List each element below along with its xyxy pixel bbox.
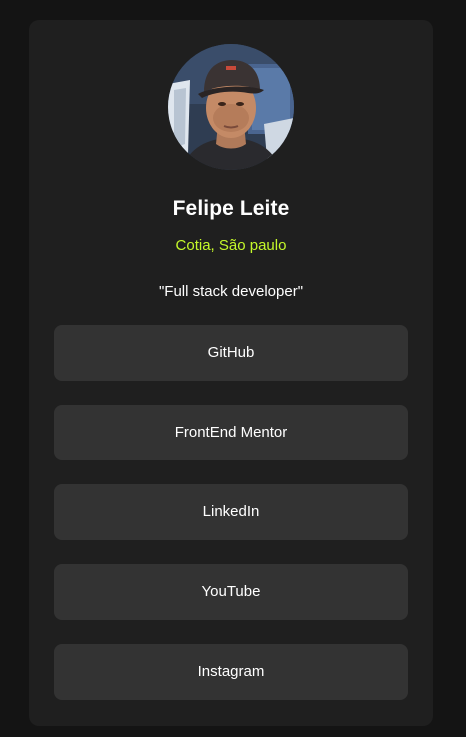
profile-name: Felipe Leite (172, 197, 290, 220)
profile-card: Felipe Leite Cotia, São paulo "Full stac… (29, 20, 433, 726)
github-link-button[interactable]: GitHub (54, 325, 408, 381)
youtube-link-button[interactable]: YouTube (54, 564, 408, 620)
list-item: YouTube (54, 564, 408, 620)
list-item: GitHub (54, 325, 408, 381)
social-links-list: GitHub FrontEnd Mentor LinkedIn YouTube … (54, 325, 408, 724)
profile-location: Cotia, São paulo (175, 237, 287, 254)
avatar-photo (168, 44, 294, 170)
list-item: FrontEnd Mentor (54, 405, 408, 460)
list-item: Instagram (54, 644, 408, 700)
list-item: LinkedIn (54, 484, 408, 540)
avatar (168, 44, 294, 170)
instagram-link-button[interactable]: Instagram (54, 644, 408, 700)
profile-bio: "Full stack developer" (158, 283, 304, 300)
frontend-mentor-link-button[interactable]: FrontEnd Mentor (54, 405, 408, 460)
linkedin-link-button[interactable]: LinkedIn (54, 484, 408, 540)
